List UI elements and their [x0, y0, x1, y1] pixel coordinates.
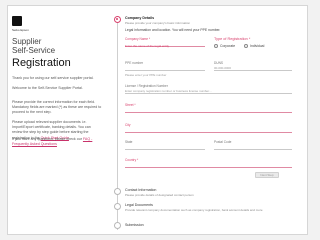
panel-title-line2: Self-Service: [12, 46, 56, 55]
next-step-button[interactable]: Next Step: [255, 172, 279, 178]
company-logo: [12, 16, 22, 26]
step-indicator-contact: [114, 188, 121, 195]
step-subtitle-company: Please provide your company's basic info…: [125, 21, 191, 25]
state-field[interactable]: State: [125, 140, 205, 150]
license-number-field[interactable]: License / Registration Number Enter comp…: [125, 84, 292, 94]
registration-card: Seiko Epson Supplier Self-Service Regist…: [7, 5, 308, 235]
intro-text: Thank you for using our self-service sup…: [12, 76, 94, 80]
country-field[interactable]: Country *: [125, 158, 292, 168]
company-name-field[interactable]: Company Name * Enter the name of the leg…: [125, 37, 205, 48]
radio-corporate[interactable]: Corporate: [214, 44, 235, 48]
panel-title-line1: Supplier: [12, 37, 42, 46]
registration-type-label: Type of Registration *: [214, 37, 251, 41]
step-title-submission[interactable]: Submission: [125, 223, 144, 227]
logo-text: Seiko Epson: [12, 28, 29, 32]
ppe-number-field[interactable]: PPE number Please enter your PPE number: [125, 61, 205, 77]
step-title-contact[interactable]: Contact Information: [125, 188, 156, 192]
step-subtitle-contact: Please provide details of designated con…: [125, 193, 194, 197]
radio-individual[interactable]: Individual: [244, 44, 264, 48]
legal-info-note: Legal information and location. You will…: [125, 28, 221, 32]
step-title-company[interactable]: Company Details: [125, 16, 154, 20]
instructions-text: Please provide the correct information f…: [12, 100, 102, 115]
step-indicator-legal: [114, 203, 121, 210]
city-field[interactable]: City: [125, 123, 292, 133]
radio-circle-icon: [244, 44, 248, 48]
stepper-line: [117, 16, 118, 230]
step-indicator-submission: [114, 222, 121, 229]
postal-code-field[interactable]: Postal Code: [214, 140, 292, 150]
faq-text: If you have any questions, please check …: [12, 137, 93, 147]
radio-circle-icon: [214, 44, 218, 48]
step-subtitle-legal: Provide relevant company documentation s…: [125, 208, 263, 212]
welcome-text: Welcome to the Self-Service Supplier Por…: [12, 86, 83, 90]
info-panel: Seiko Epson Supplier Self-Service Regist…: [8, 6, 108, 234]
street-field[interactable]: Street *: [125, 103, 292, 113]
duns-field[interactable]: DUNS 00-000-0000: [214, 61, 292, 71]
step-title-legal[interactable]: Legal Documents: [125, 203, 153, 207]
step-indicator-company: [114, 16, 121, 23]
page-title: Registration: [12, 57, 71, 69]
